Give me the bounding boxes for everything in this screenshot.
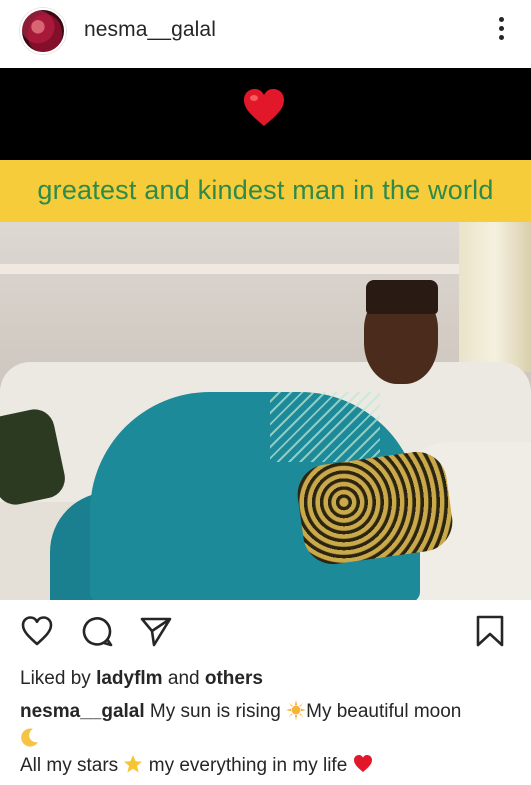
- like-button[interactable]: [20, 614, 54, 648]
- star-emoji-icon: [124, 755, 143, 773]
- liked-by-user[interactable]: ladyflm: [96, 668, 163, 689]
- more-vertical-icon[interactable]: [497, 17, 505, 43]
- action-bar: [0, 600, 531, 662]
- comment-bubble-icon: [82, 617, 113, 647]
- caption-part1: My sun is rising: [149, 701, 281, 722]
- banner-text: greatest and kindest man in the world: [37, 175, 494, 205]
- comment-button[interactable]: [80, 614, 114, 648]
- post-header: nesma__galal: [0, 0, 531, 64]
- caption-part2: My beautiful moon: [306, 701, 462, 722]
- bookmark-icon: [476, 615, 504, 647]
- save-button[interactable]: [473, 614, 507, 648]
- heart-emoji-icon: [353, 755, 372, 772]
- photo: [0, 222, 531, 600]
- caption-part3: All my stars: [20, 755, 119, 776]
- likes-line: Liked by ladyflm and others: [20, 668, 263, 690]
- share-button[interactable]: [139, 614, 173, 648]
- heart-outline-icon: [21, 616, 53, 646]
- post-image[interactable]: greatest and kindest man in the world: [0, 68, 531, 600]
- moon-emoji-icon: [21, 728, 38, 747]
- likes-prefix: Liked by: [20, 668, 91, 689]
- sun-emoji-icon: [286, 700, 307, 720]
- heart-emoji-icon: [244, 89, 284, 126]
- paper-plane-icon: [140, 617, 172, 647]
- post-caption: nesma__galal My sun is rising My beautif…: [20, 698, 510, 779]
- likes-conjunction: and: [167, 668, 200, 689]
- post-username[interactable]: nesma__galal: [84, 18, 216, 42]
- avatar[interactable]: [20, 8, 66, 54]
- caption-part4: my everything in my life: [148, 755, 348, 776]
- caption-username[interactable]: nesma__galal: [20, 701, 145, 722]
- likes-others-link[interactable]: others: [205, 668, 263, 689]
